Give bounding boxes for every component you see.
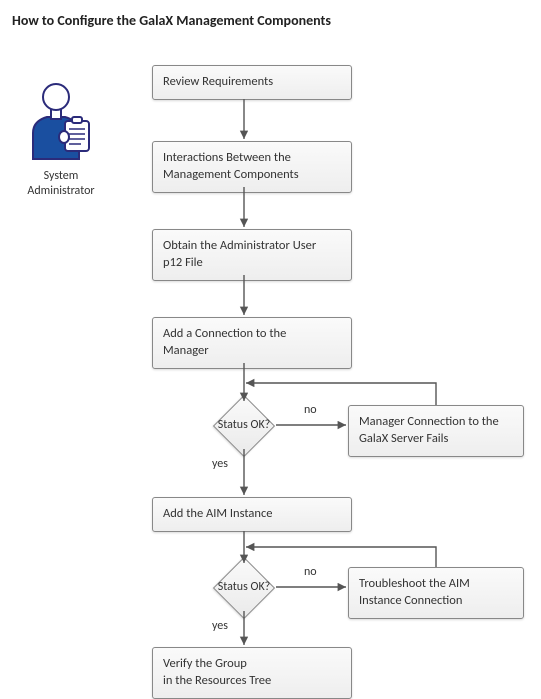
actor-label: System Administrator	[16, 169, 106, 199]
step-troubleshoot: Troubleshoot the AIM Instance Connection	[348, 567, 524, 619]
step-interactions: Interactions Between the Management Comp…	[152, 141, 352, 193]
step-interactions-l2: Management Components	[163, 167, 299, 182]
label-yes-2: yes	[212, 619, 228, 633]
decision-status-1-label: Status OK?	[200, 397, 288, 453]
actor-role-1: System	[44, 169, 79, 183]
step-fail-conn: Manager Connection to the GalaX Server F…	[348, 405, 524, 457]
step-troubleshoot-l1: Troubleshoot the AIM	[359, 576, 470, 591]
step-review: Review Requirements	[152, 65, 352, 100]
step-verify: Verify the Group in the Resources Tree	[152, 647, 352, 699]
step-interactions-l1: Interactions Between the	[163, 150, 291, 165]
step-add-conn: Add a Connection to the Manager	[152, 317, 352, 369]
actor: System Administrator	[16, 77, 106, 199]
label-no-2: no	[304, 565, 317, 579]
step-add-conn-l2: Manager	[163, 343, 209, 358]
actor-role-2: Administrator	[27, 184, 94, 198]
decision-status-2: Status OK?	[200, 559, 288, 615]
step-obtain-l1: Obtain the Administrator User	[163, 238, 316, 253]
step-add-conn-l1: Add a Connection to the	[163, 326, 286, 341]
decision-status-2-label: Status OK?	[200, 559, 288, 615]
label-yes-1: yes	[212, 457, 228, 471]
step-obtain-l2: p12 File	[163, 255, 203, 270]
decision-status-1: Status OK?	[200, 397, 288, 453]
step-verify-l1: Verify the Group	[163, 656, 247, 671]
label-no-1: no	[304, 403, 317, 417]
step-review-text: Review Requirements	[163, 74, 273, 89]
step-troubleshoot-l2: Instance Connection	[359, 593, 462, 608]
system-administrator-icon	[25, 77, 97, 161]
step-obtain: Obtain the Administrator User p12 File	[152, 229, 352, 281]
step-fail-conn-l2: GalaX Server Fails	[359, 431, 448, 446]
flowchart: System Administrator Review Requirements…	[12, 47, 529, 687]
step-add-aim: Add the AIM Instance	[152, 497, 352, 532]
step-add-aim-text: Add the AIM Instance	[163, 506, 272, 521]
step-fail-conn-l1: Manager Connection to the	[359, 414, 499, 429]
page-title: How to Configure the GalaX Management Co…	[12, 12, 529, 29]
